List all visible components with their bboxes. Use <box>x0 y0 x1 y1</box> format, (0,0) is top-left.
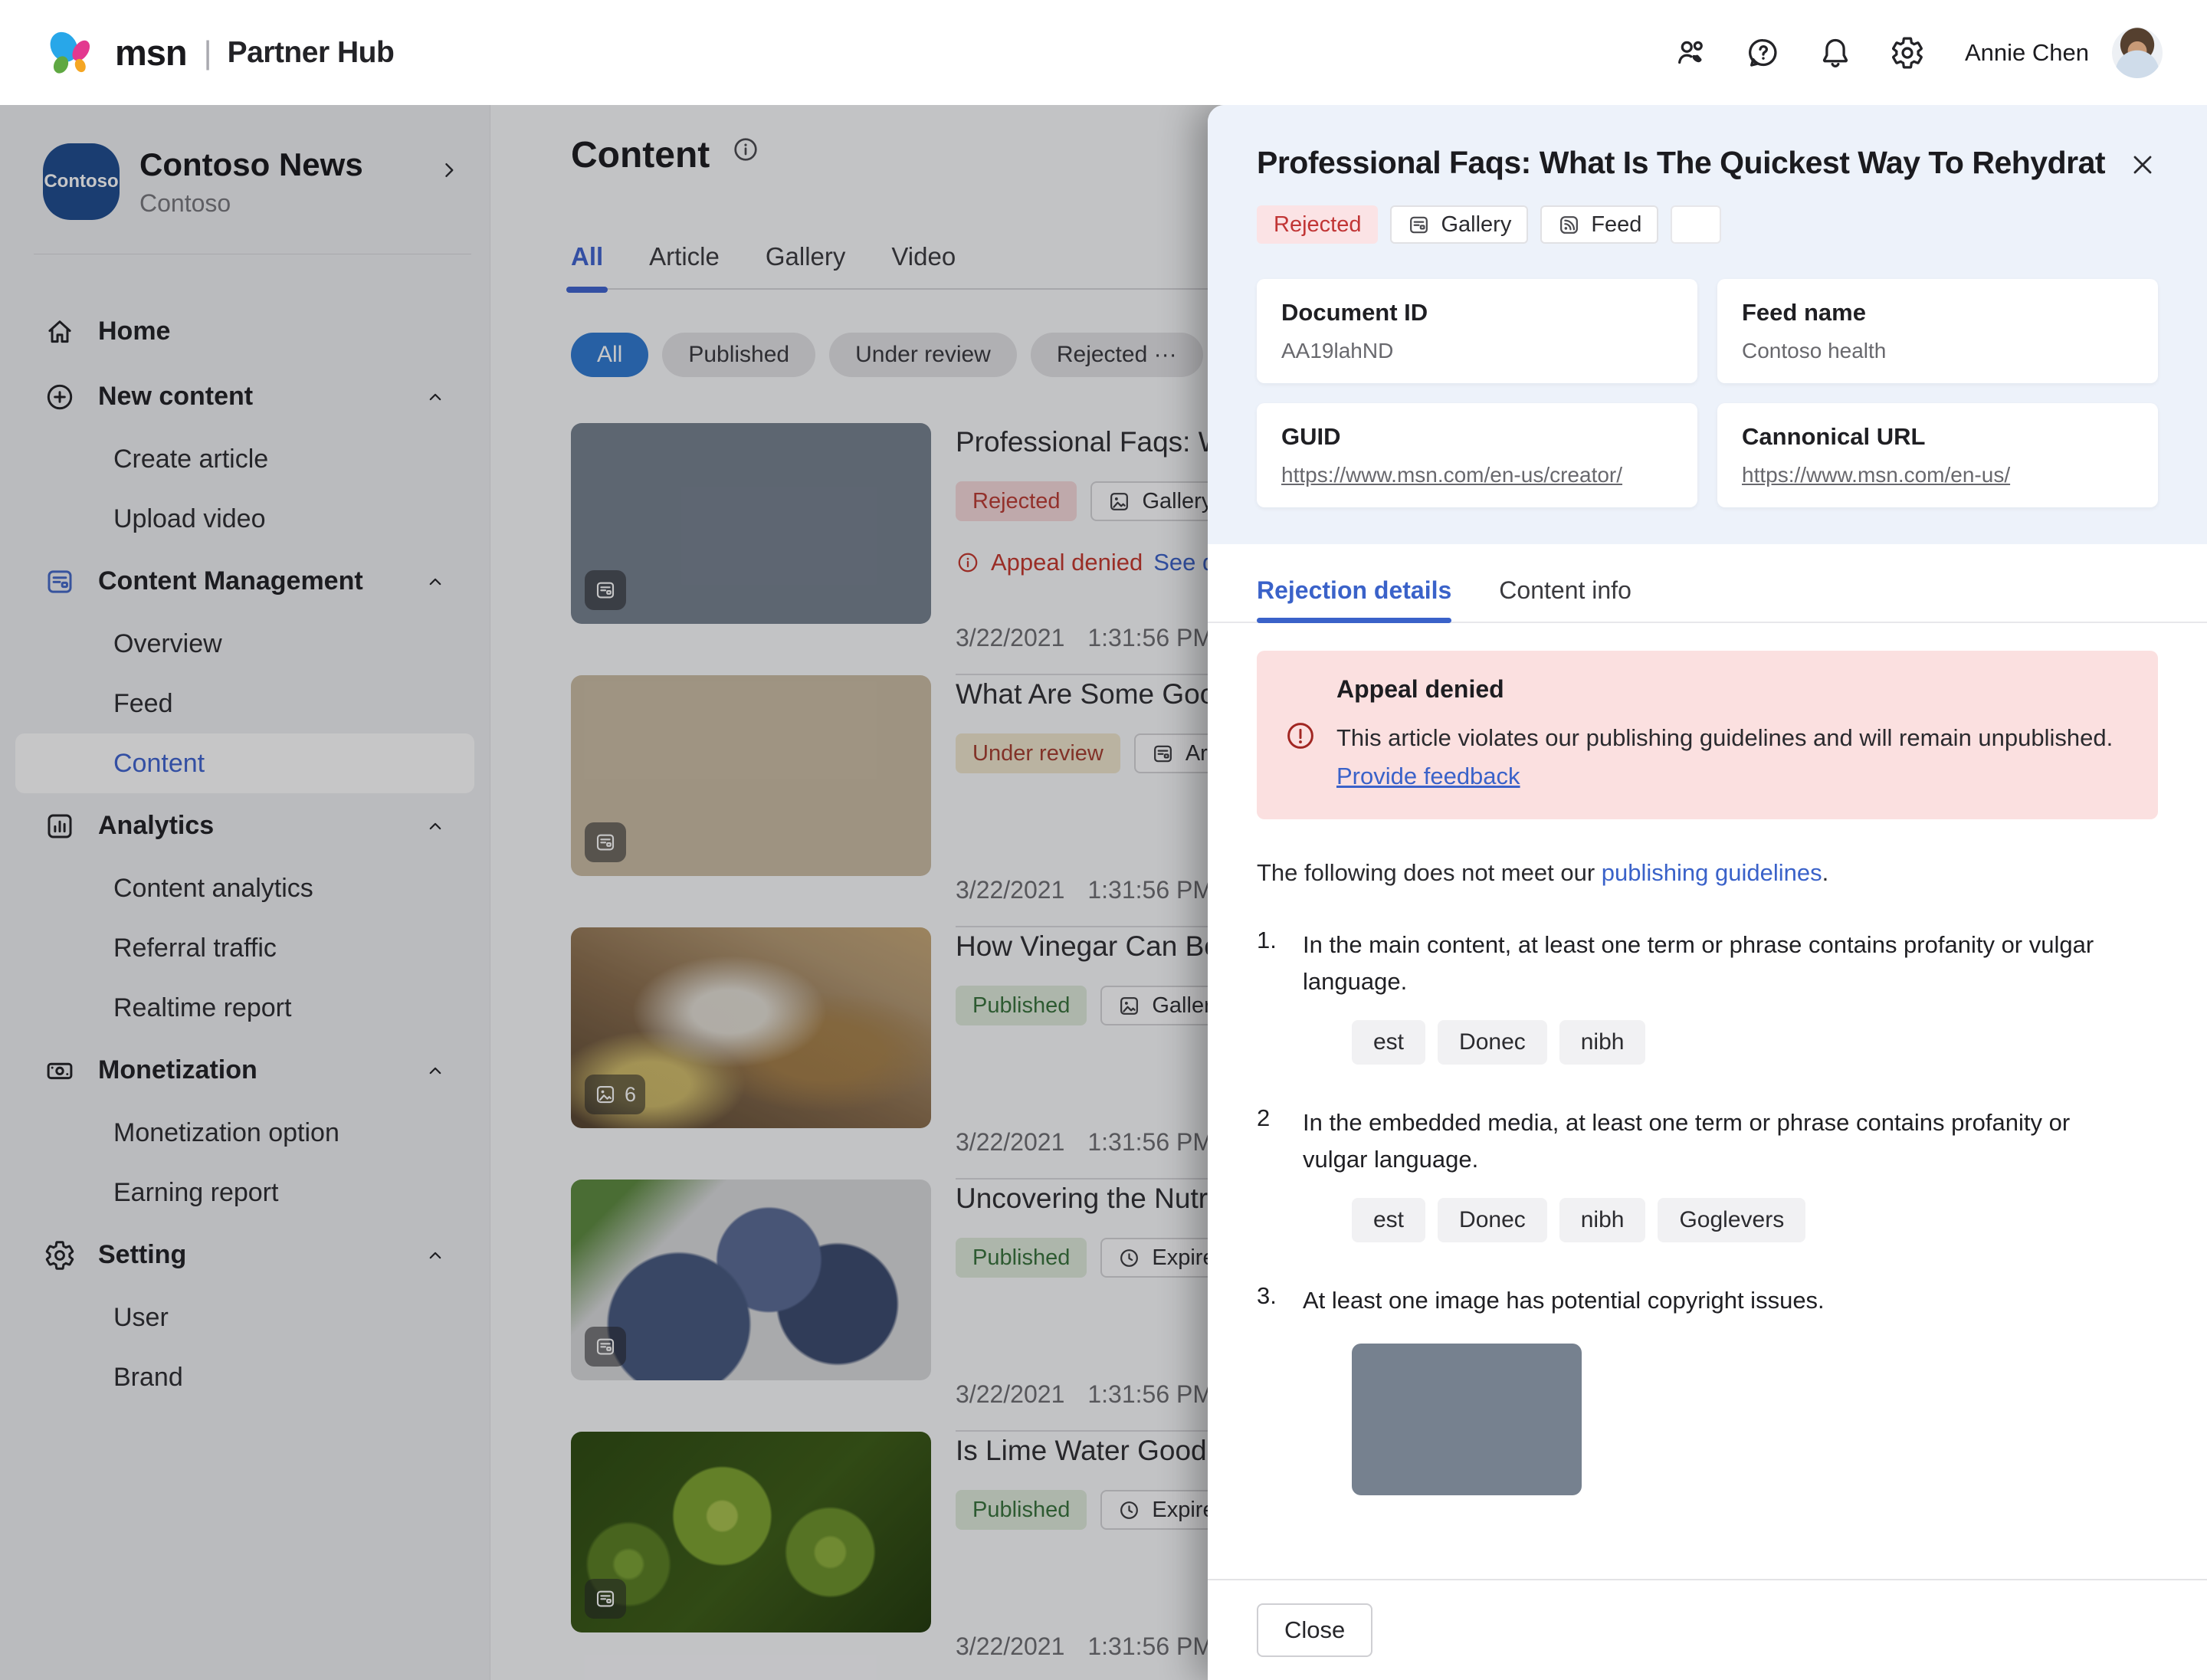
alert-body: This article violates our publishing gui… <box>1336 719 2130 795</box>
status-badge: Rejected <box>1257 205 1378 244</box>
provide-feedback-link[interactable]: Provide feedback <box>1336 763 1520 789</box>
header-actions: Annie Chen <box>1637 28 2163 78</box>
term-chip: est <box>1352 1020 1425 1065</box>
placeholder-badge <box>1671 205 1721 244</box>
type-badge: Gallery <box>1390 205 1528 244</box>
details-panel: Professional Faqs: What Is The Quickest … <box>1208 105 2207 1680</box>
alert-icon <box>1284 677 1317 795</box>
guid-card: GUID https://www.msn.com/en-us/creator/ <box>1257 403 1697 507</box>
gallery-icon <box>1407 213 1431 237</box>
app-header: msn | Partner Hub Annie Chen <box>0 0 2207 105</box>
term-chip: est <box>1352 1198 1425 1242</box>
panel-footer: Close <box>1208 1579 2207 1680</box>
panel-header: Professional Faqs: What Is The Quickest … <box>1208 105 2207 544</box>
panel-title: Professional Faqs: What Is The Quickest … <box>1257 145 2106 181</box>
msn-butterfly-logo <box>44 28 104 78</box>
panel-tabs: Rejection details Content info <box>1208 576 2207 623</box>
partner-hub-app: msn | Partner Hub Annie Chen Contoso <box>0 0 2207 1680</box>
violation-item: 3. At least one image has potential copy… <box>1208 1282 2207 1319</box>
close-icon[interactable] <box>2127 149 2158 180</box>
close-button[interactable]: Close <box>1257 1603 1372 1657</box>
panel-badges: Rejected Gallery Feed <box>1257 205 2158 244</box>
term-chip: Donec <box>1438 1020 1547 1065</box>
brand-msn: msn <box>115 31 187 74</box>
rss-icon <box>1557 213 1581 237</box>
feed-name-card: Feed name Contoso health <box>1717 279 2158 383</box>
violation-terms: est Donec nibh Goglevers <box>1352 1198 2207 1242</box>
support-people-icon[interactable] <box>1674 35 1709 71</box>
copyright-image-thumbnail[interactable] <box>1352 1344 1582 1495</box>
violation-item: 1. In the main content, at least one ter… <box>1208 927 2207 1000</box>
tab-content-info[interactable]: Content info <box>1499 576 1631 622</box>
term-chip: Goglevers <box>1658 1198 1805 1242</box>
user-name[interactable]: Annie Chen <box>1965 39 2089 67</box>
brand: msn | Partner Hub <box>44 28 394 78</box>
term-chip: nibh <box>1559 1020 1646 1065</box>
brand-product: Partner Hub <box>228 36 395 70</box>
document-id-card: Document ID AA19lahND <box>1257 279 1697 383</box>
brand-divider: | <box>204 34 212 71</box>
canonical-url-card: Cannonical URL https://www.msn.com/en-us… <box>1717 403 2158 507</box>
help-icon[interactable] <box>1746 35 1781 71</box>
tab-rejection-details[interactable]: Rejection details <box>1257 576 1451 622</box>
guid-link[interactable]: https://www.msn.com/en-us/creator/ <box>1281 463 1673 487</box>
metadata-cards: Document ID AA19lahND Feed name Contoso … <box>1257 279 2158 507</box>
user-avatar[interactable] <box>2112 28 2163 78</box>
alert-title: Appeal denied <box>1336 675 2130 704</box>
term-chip: nibh <box>1559 1198 1646 1242</box>
feed-badge: Feed <box>1540 205 1658 244</box>
canonical-url-link[interactable]: https://www.msn.com/en-us/ <box>1742 463 2133 487</box>
violation-terms: est Donec nibh <box>1352 1020 2207 1065</box>
appeal-denied-alert: Appeal denied This article violates our … <box>1257 651 2158 819</box>
violation-item: 2 In the embedded media, at least one te… <box>1208 1104 2207 1178</box>
term-chip: Donec <box>1438 1198 1547 1242</box>
guidelines-sentence: The following does not meet our publishi… <box>1208 859 2207 887</box>
settings-gear-icon[interactable] <box>1890 35 1925 71</box>
publishing-guidelines-link[interactable]: publishing guidelines <box>1602 859 1822 886</box>
notifications-bell-icon[interactable] <box>1818 35 1853 71</box>
